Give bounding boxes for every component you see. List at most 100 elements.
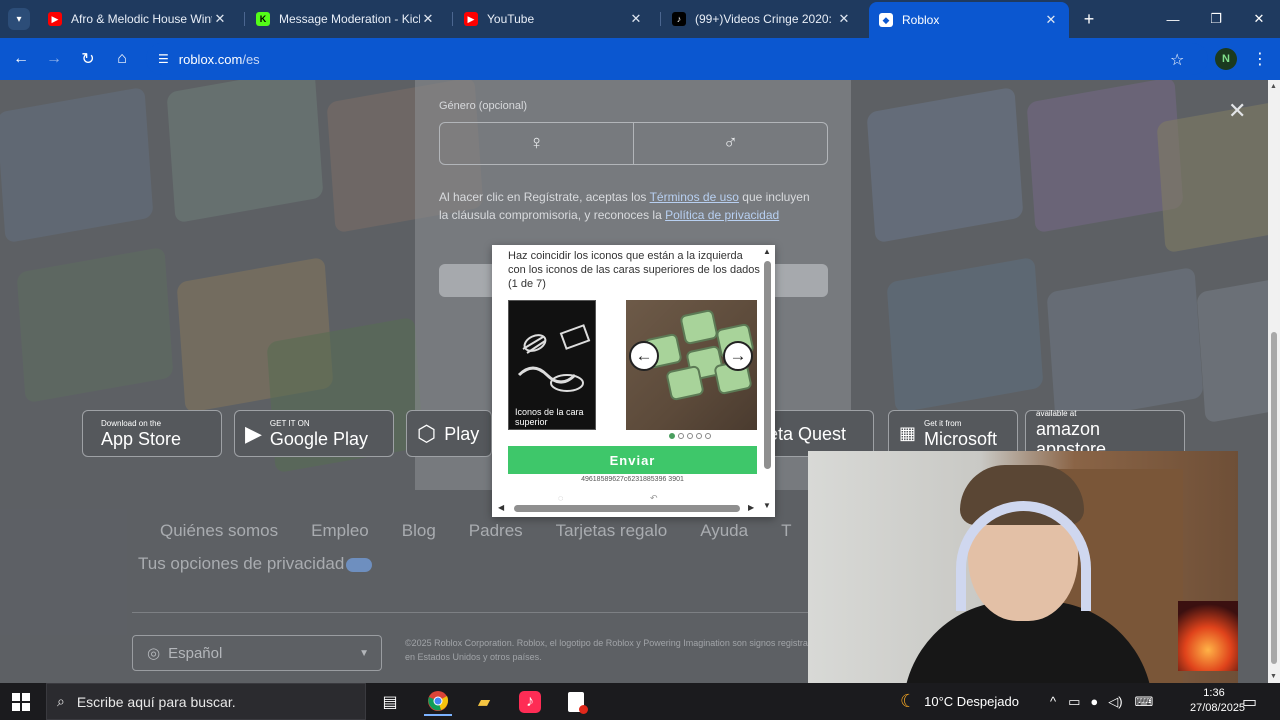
microphone-icon[interactable]: ● <box>1090 694 1098 709</box>
scroll-right-icon[interactable]: ▶ <box>748 503 754 512</box>
terms-of-use-link[interactable]: Términos de uso <box>650 190 739 204</box>
windows-start-icon[interactable] <box>12 693 30 711</box>
captcha-instructions: Haz coincidir los iconos que están a la … <box>508 250 760 290</box>
scrollbar-thumb[interactable] <box>764 261 771 469</box>
task-view-icon[interactable]: ▤ <box>376 688 404 716</box>
close-icon[interactable]: ✕ <box>1043 12 1059 28</box>
taskbar-search-box[interactable]: ⌕ Escribe aquí para buscar. <box>46 683 366 720</box>
captcha-vertical-scrollbar[interactable]: ▲ ▼ <box>762 245 774 510</box>
tab-title: Message Moderation - Kick <box>279 12 420 26</box>
step-dot <box>687 433 693 439</box>
language-select[interactable]: ◎ Español ▼ <box>132 635 382 671</box>
back-button[interactable]: ← <box>8 46 34 72</box>
footer-link-help[interactable]: Ayuda <box>700 521 748 541</box>
footer-link-blog[interactable]: Blog <box>402 521 436 541</box>
bookmark-star-icon[interactable]: ☆ <box>1170 50 1184 70</box>
youtube-icon: ▶ <box>48 12 62 26</box>
footer-link-parents[interactable]: Padres <box>469 521 523 541</box>
scroll-left-icon[interactable]: ◀ <box>498 503 504 512</box>
scroll-up-icon[interactable]: ▲ <box>1270 83 1277 90</box>
notifications-icon[interactable]: ▭ <box>1242 683 1257 720</box>
document-app-icon[interactable] <box>562 688 590 716</box>
webcam-overlay <box>808 451 1238 691</box>
close-icon[interactable]: ✕ <box>836 11 852 27</box>
previous-arrow-button[interactable]: ← <box>629 341 659 371</box>
footer-link-gift-cards[interactable]: Tarjetas regalo <box>556 521 668 541</box>
webcam-fireplace <box>1178 601 1238 671</box>
restore-button[interactable]: ❐ <box>1194 0 1238 38</box>
privacy-policy-link[interactable]: Política de privacidad <box>665 208 779 222</box>
profile-avatar[interactable]: N <box>1215 48 1237 70</box>
chrome-icon[interactable] <box>424 688 452 716</box>
taskbar-clock[interactable]: 1:36 27/08/2025 <box>1190 686 1245 716</box>
close-icon[interactable]: ✕ <box>212 11 228 27</box>
page-scrollbar[interactable]: ▲ ▼ <box>1268 80 1280 683</box>
forward-button[interactable]: → <box>41 46 67 72</box>
close-icon[interactable]: ✕ <box>420 11 436 27</box>
chevron-up-icon[interactable]: ^ <box>1050 694 1056 709</box>
tab-tiktok[interactable]: ♪ (99+)Videos Cringe 2020: ¡C ✕ <box>662 4 862 34</box>
weather-text: 10°C Despejado <box>924 694 1019 709</box>
language-value: Español <box>168 644 223 662</box>
playstation-badge[interactable]: ⬡ Play <box>406 410 492 457</box>
scroll-up-icon[interactable]: ▲ <box>763 247 771 256</box>
reload-icon[interactable]: ◌ <box>558 493 563 503</box>
site-info-icon[interactable]: ☰ <box>158 52 169 66</box>
tab-afro-house[interactable]: ▶ Afro & Melodic House Wint ✕ <box>38 4 238 34</box>
keyboard-icon[interactable]: ⌨ <box>1135 694 1154 710</box>
taskbar-search-placeholder: Escribe aquí para buscar. <box>76 693 236 710</box>
captcha-step-dots <box>669 433 711 439</box>
tab-separator <box>452 12 453 26</box>
volume-icon[interactable]: ◁) <box>1108 694 1122 710</box>
microsoft-store-badge[interactable]: ▦ Get it from Microsoft <box>888 410 1018 457</box>
captcha-dialog: Haz coincidir los iconos que están a la … <box>492 245 775 517</box>
reference-label: Iconos de la cara superior <box>515 407 584 427</box>
scrollbar-thumb[interactable] <box>514 505 740 512</box>
scroll-down-icon[interactable]: ▼ <box>763 501 771 510</box>
new-tab-button[interactable]: + <box>1078 8 1100 30</box>
captcha-horizontal-scrollbar[interactable]: ◀ ▶ <box>498 503 758 514</box>
footer-link-jobs[interactable]: Empleo <box>311 521 369 541</box>
google-play-badge[interactable]: ▶ GET IT ON Google Play <box>234 410 394 457</box>
scroll-down-icon[interactable]: ▼ <box>1270 673 1277 680</box>
tab-roblox[interactable]: ◆ Roblox ✕ <box>869 2 1069 38</box>
tab-title: YouTube <box>487 12 535 26</box>
footer-link-terms[interactable]: T <box>781 521 791 541</box>
step-dot <box>669 433 675 439</box>
kick-icon: K <box>256 12 270 26</box>
tab-search-chevron-icon[interactable]: ▾ <box>8 8 30 30</box>
network-icon[interactable]: ▭ <box>1068 694 1080 710</box>
tiktok-icon[interactable]: ♪ <box>516 688 544 716</box>
reload-button[interactable]: ↻ <box>75 46 101 72</box>
gender-male-icon[interactable]: ♂ <box>633 123 827 164</box>
gender-female-icon[interactable]: ♀ <box>440 123 633 164</box>
next-arrow-button[interactable]: → <box>723 341 753 371</box>
minimize-button[interactable]: — <box>1151 0 1195 38</box>
weather-widget[interactable]: ☾ 10°C Despejado <box>900 683 1019 720</box>
app-store-badge[interactable]: Download on the App Store <box>82 410 222 457</box>
tab-kick-moderation[interactable]: K Message Moderation - Kick ✕ <box>246 4 446 34</box>
gender-label: Género (opcional) <box>439 100 528 112</box>
tab-youtube[interactable]: ▶ YouTube ✕ <box>454 4 654 34</box>
microsoft-icon: ▦ <box>899 423 917 443</box>
file-explorer-icon[interactable]: ▰ <box>470 688 498 716</box>
scrollbar-thumb[interactable] <box>1271 332 1277 664</box>
undo-icon[interactable]: ↶ <box>650 493 658 504</box>
search-icon: ⌕ <box>57 693 65 709</box>
close-icon[interactable]: ✕ <box>628 11 644 27</box>
close-icon[interactable]: ✕ <box>1228 98 1246 124</box>
die <box>679 308 719 346</box>
captcha-submit-button[interactable]: Enviar <box>508 446 757 474</box>
footer-link-about[interactable]: Quiénes somos <box>160 521 278 541</box>
step-dot <box>696 433 702 439</box>
home-button[interactable]: ⌂ <box>109 46 135 72</box>
window-close-button[interactable]: ✕ <box>1237 0 1280 38</box>
captcha-reference-image: Iconos de la cara superior <box>508 300 596 430</box>
clock-time: 1:36 <box>1203 687 1225 699</box>
kebab-menu-icon[interactable]: ⋮ <box>1252 49 1268 69</box>
address-bar[interactable]: ☰ roblox.com/es <box>146 43 1208 75</box>
privacy-choices-link[interactable]: Tus opciones de privacidad <box>138 554 373 574</box>
amazon-appstore-badge[interactable]: available at amazon appstore <box>1025 409 1185 459</box>
meta-quest-badge[interactable]: eta Quest <box>758 410 874 457</box>
chevron-down-icon: ▼ <box>359 647 369 659</box>
